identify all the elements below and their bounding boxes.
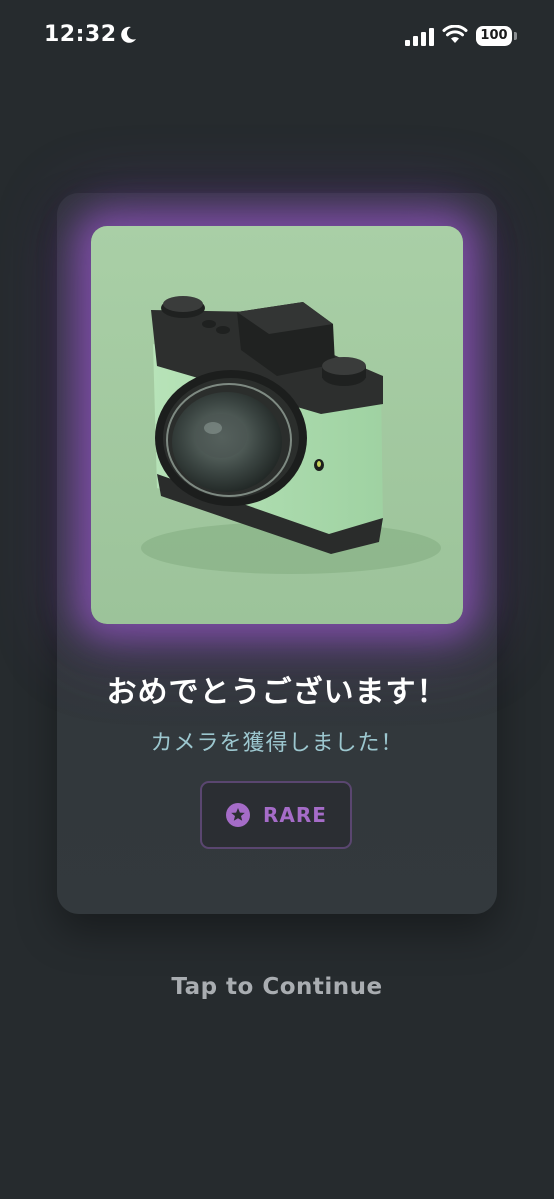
- tap-to-continue-button[interactable]: Tap to Continue: [0, 974, 554, 1000]
- signal-icon: [405, 28, 434, 46]
- battery-cap: [514, 32, 517, 40]
- wifi-icon: [442, 25, 468, 43]
- star-icon: [226, 803, 251, 827]
- reward-subtitle: カメラを獲得しました！: [150, 731, 404, 756]
- reward-image: [91, 226, 463, 624]
- status-bar: 12:32 100: [0, 0, 554, 72]
- camera-icon: [91, 226, 463, 624]
- rarity-label: RARE: [263, 803, 327, 827]
- battery-icon: 100: [476, 26, 512, 46]
- rarity-badge: RARE: [200, 781, 352, 849]
- status-time: 12:32: [44, 22, 117, 47]
- reward-card: おめでとうございます！ カメラを獲得しました！ RARE: [57, 193, 497, 914]
- moon-icon: [121, 26, 136, 43]
- reward-title: おめでとうございます！: [106, 675, 448, 710]
